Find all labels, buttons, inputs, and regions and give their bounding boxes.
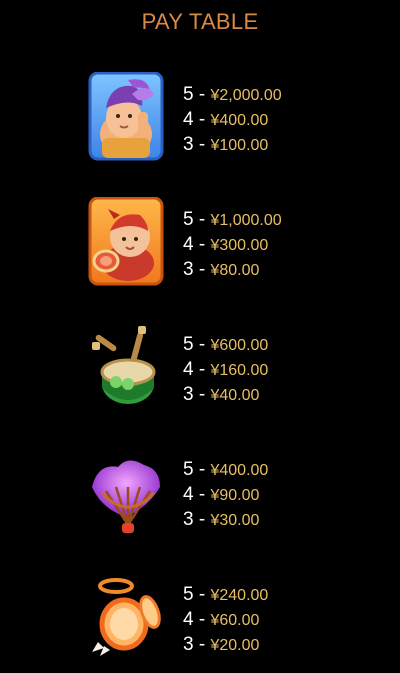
pay-line: 4 - ¥90.00 <box>183 482 268 507</box>
pay-line: 5 - ¥600.00 <box>183 332 268 357</box>
pay-list: 5 - ¥240.00 4 - ¥60.00 3 - ¥20.00 <box>183 582 268 657</box>
payout-amount: ¥100.00 <box>210 137 269 154</box>
pay-line: 3 - ¥80.00 <box>183 257 282 282</box>
payout-amount: ¥400.00 <box>210 462 269 479</box>
match-count: 5 <box>183 459 194 480</box>
purple-fan-icon <box>88 447 164 537</box>
green-drum-icon <box>88 322 164 412</box>
match-count: 4 <box>183 234 194 255</box>
separator: - <box>193 359 211 380</box>
payout-amount: ¥1,000.00 <box>210 212 282 229</box>
pay-line: 5 - ¥1,000.00 <box>183 207 282 232</box>
paytable-row: 5 - ¥600.00 4 - ¥160.00 3 - ¥40.00 <box>0 322 400 422</box>
payout-amount: ¥30.00 <box>210 512 260 529</box>
payout-amount: ¥40.00 <box>210 387 260 404</box>
pay-line: 3 - ¥20.00 <box>183 632 268 657</box>
paytable-row: 5 - ¥240.00 4 - ¥60.00 3 - ¥20.00 <box>0 572 400 672</box>
separator: - <box>193 234 211 255</box>
cymbal-mirror-icon <box>88 572 164 662</box>
separator: - <box>193 509 211 530</box>
match-count: 3 <box>183 634 194 655</box>
separator: - <box>193 384 211 405</box>
payout-amount: ¥90.00 <box>210 487 260 504</box>
separator: - <box>193 459 211 480</box>
pay-line: 3 - ¥30.00 <box>183 507 268 532</box>
match-count: 5 <box>183 334 194 355</box>
separator: - <box>193 609 211 630</box>
pay-line: 5 - ¥400.00 <box>183 457 268 482</box>
match-count: 5 <box>183 84 194 105</box>
pay-list: 5 - ¥2,000.00 4 - ¥400.00 3 - ¥100.00 <box>183 82 282 157</box>
payout-amount: ¥240.00 <box>210 587 269 604</box>
payout-amount: ¥20.00 <box>210 637 260 654</box>
pay-line: 4 - ¥400.00 <box>183 107 282 132</box>
paytable-row: 5 - ¥400.00 4 - ¥90.00 3 - ¥30.00 <box>0 447 400 547</box>
pay-list: 5 - ¥1,000.00 4 - ¥300.00 3 - ¥80.00 <box>183 207 282 282</box>
separator: - <box>193 134 211 155</box>
match-count: 5 <box>183 584 194 605</box>
payout-amount: ¥300.00 <box>210 237 269 254</box>
pay-line: 5 - ¥240.00 <box>183 582 268 607</box>
purple-hair-boy-icon <box>88 71 164 162</box>
pay-line: 4 - ¥60.00 <box>183 607 268 632</box>
separator: - <box>193 334 211 355</box>
payout-amount: ¥2,000.00 <box>210 87 282 104</box>
separator: - <box>193 84 211 105</box>
pay-line: 4 - ¥300.00 <box>183 232 282 257</box>
separator: - <box>193 634 211 655</box>
pay-line: 3 - ¥40.00 <box>183 382 268 407</box>
match-count: 4 <box>183 484 194 505</box>
paytable-row: 5 - ¥2,000.00 4 - ¥400.00 3 - ¥100.00 <box>0 71 400 172</box>
pay-line: 3 - ¥100.00 <box>183 132 282 157</box>
pay-line: 5 - ¥2,000.00 <box>183 82 282 107</box>
pay-list: 5 - ¥400.00 4 - ¥90.00 3 - ¥30.00 <box>183 457 268 532</box>
match-count: 3 <box>183 384 194 405</box>
separator: - <box>193 109 211 130</box>
pay-list: 5 - ¥600.00 4 - ¥160.00 3 - ¥40.00 <box>183 332 268 407</box>
separator: - <box>193 209 211 230</box>
drummer-boy-icon <box>88 196 164 287</box>
pay-line: 4 - ¥160.00 <box>183 357 268 382</box>
payout-amount: ¥80.00 <box>210 262 260 279</box>
match-count: 5 <box>183 209 194 230</box>
payout-amount: ¥600.00 <box>210 337 269 354</box>
separator: - <box>193 484 211 505</box>
payout-amount: ¥160.00 <box>210 362 269 379</box>
match-count: 3 <box>183 509 194 530</box>
page-title: PAY TABLE <box>141 9 259 34</box>
separator: - <box>193 259 211 280</box>
match-count: 4 <box>183 609 194 630</box>
match-count: 3 <box>183 259 194 280</box>
payout-amount: ¥60.00 <box>210 612 260 629</box>
payout-amount: ¥400.00 <box>210 112 269 129</box>
paytable-row: 5 - ¥1,000.00 4 - ¥300.00 3 - ¥80.00 <box>0 196 400 297</box>
match-count: 4 <box>183 359 194 380</box>
match-count: 3 <box>183 134 194 155</box>
separator: - <box>193 584 211 605</box>
match-count: 4 <box>183 109 194 130</box>
